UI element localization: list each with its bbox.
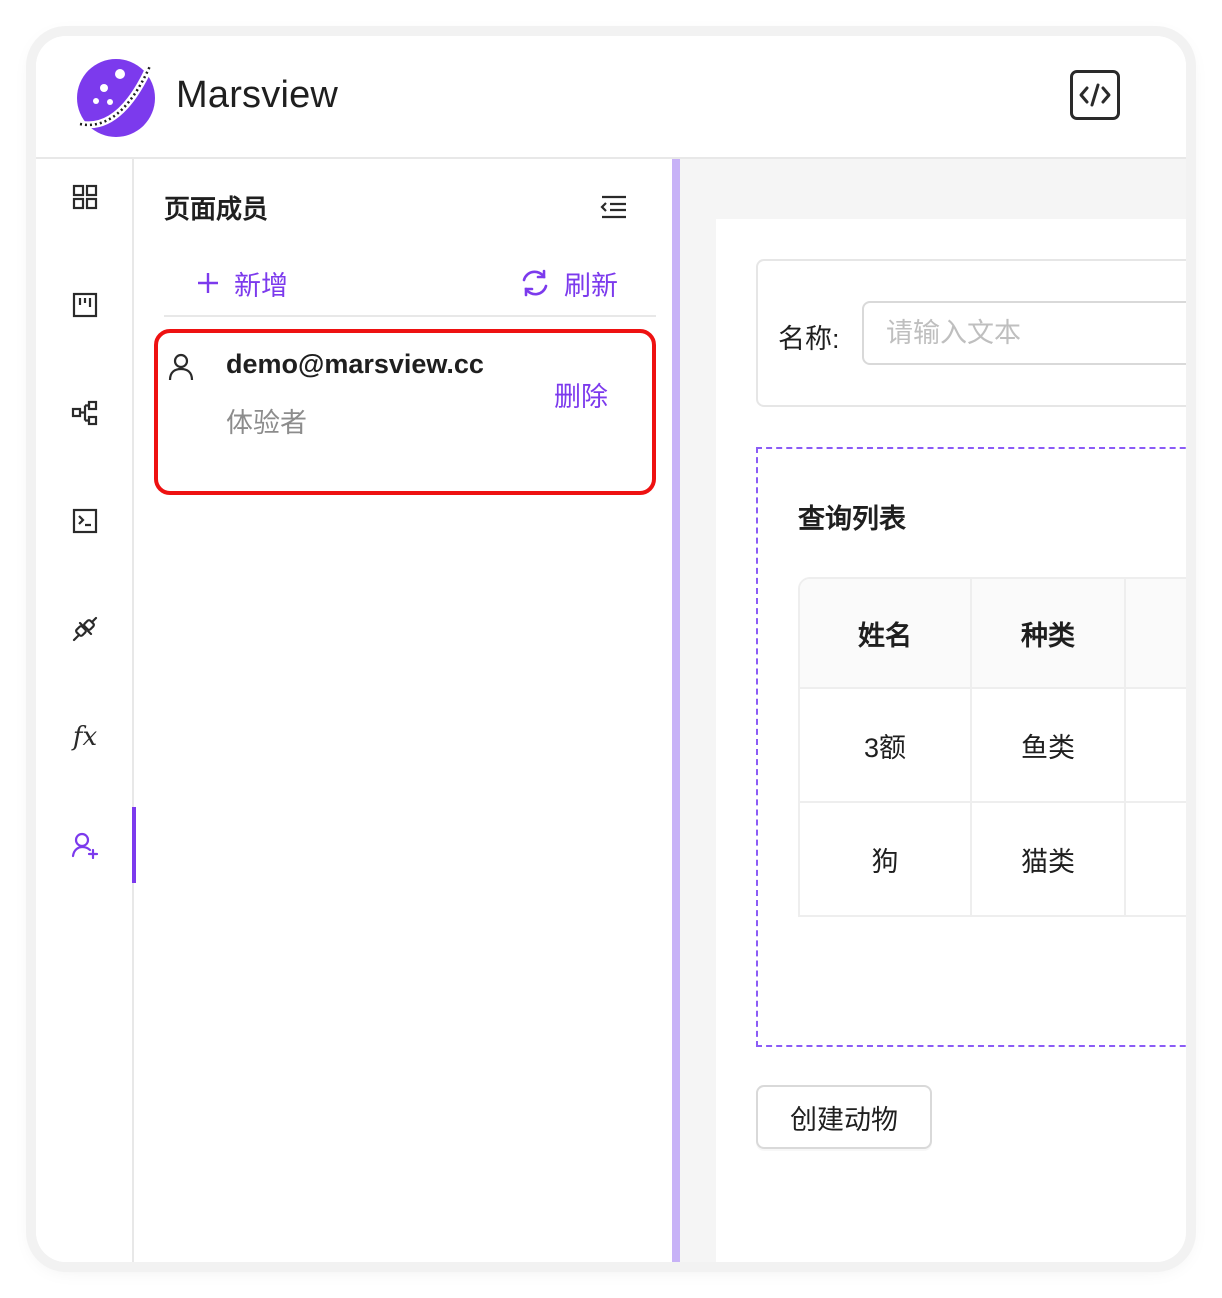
panel-resize-handle[interactable] <box>672 159 680 1262</box>
grid-icon <box>72 184 98 210</box>
plus-icon <box>198 273 218 293</box>
add-member-button[interactable]: 新增 <box>196 263 288 303</box>
app-brand-name: Marsview <box>176 74 339 116</box>
editor-canvas: 名称: 查询列表 姓名 种类 3额 鱼类 狗 猫类 创建动物 <box>680 159 1186 1262</box>
terminal-icon <box>72 508 98 534</box>
tree-structure-icon <box>71 400 98 426</box>
data-table: 姓名 种类 3额 鱼类 狗 猫类 <box>798 577 1186 917</box>
kanban-icon <box>72 292 98 318</box>
table-cell: 猫类 <box>972 803 1126 915</box>
view-code-button[interactable] <box>1070 70 1120 120</box>
api-plug-icon <box>72 616 98 642</box>
top-header: Marsview <box>36 36 1186 159</box>
search-form: 名称: <box>756 259 1186 407</box>
add-member-label: 新增 <box>234 270 288 301</box>
create-animal-button[interactable]: 创建动物 <box>756 1085 932 1149</box>
app-window: Marsview fx 页面成员 新增 刷新 demo@marsview.cc … <box>36 36 1186 1262</box>
marsview-logo <box>74 54 160 140</box>
sidebar-item-components[interactable] <box>36 159 134 235</box>
delete-member-link[interactable]: 删除 <box>554 375 608 414</box>
member-toolbar: 新增 刷新 <box>164 255 656 317</box>
table-cell: 狗 <box>800 803 972 915</box>
sidebar-item-outline[interactable] <box>36 375 134 451</box>
code-icon <box>1079 83 1111 107</box>
sidebar-item-members[interactable] <box>36 807 136 883</box>
member-email: demo@marsview.cc <box>226 349 484 379</box>
name-field-label: 名称: <box>778 324 840 354</box>
sidebar-item-layout[interactable] <box>36 267 134 343</box>
member-list-item: demo@marsview.cc 体验者 删除 <box>154 329 656 495</box>
icon-sidebar: fx <box>36 159 136 1262</box>
sidebar-item-functions[interactable]: fx <box>36 699 134 775</box>
table-header-cell <box>1126 579 1186 689</box>
table-cell <box>1126 803 1186 915</box>
sidebar-item-api[interactable] <box>36 591 134 667</box>
panel-title: 页面成员 <box>164 194 269 224</box>
table-cell: 鱼类 <box>972 689 1126 803</box>
query-list-container[interactable]: 查询列表 姓名 种类 3额 鱼类 狗 猫类 <box>756 447 1186 1047</box>
member-role: 体验者 <box>226 408 307 438</box>
member-panel: 页面成员 新增 刷新 demo@marsview.cc 体验者 删除 <box>136 159 672 1262</box>
list-title: 查询列表 <box>798 504 906 534</box>
table-header-cell: 种类 <box>972 579 1126 689</box>
refresh-icon <box>522 269 548 297</box>
refresh-button[interactable]: 刷新 <box>520 263 618 303</box>
function-icon: fx <box>72 722 98 752</box>
page-sheet: 名称: 查询列表 姓名 种类 3额 鱼类 狗 猫类 创建动物 <box>716 219 1186 1262</box>
user-icon <box>168 353 194 381</box>
refresh-label: 刷新 <box>564 270 618 301</box>
table-header-cell: 姓名 <box>800 579 972 689</box>
user-add-icon <box>71 832 99 859</box>
name-input[interactable] <box>862 301 1186 365</box>
sidebar-item-code[interactable] <box>36 483 134 559</box>
table-cell <box>1126 689 1186 803</box>
collapse-panel-icon[interactable] <box>598 193 630 221</box>
table-cell: 3额 <box>800 689 972 803</box>
